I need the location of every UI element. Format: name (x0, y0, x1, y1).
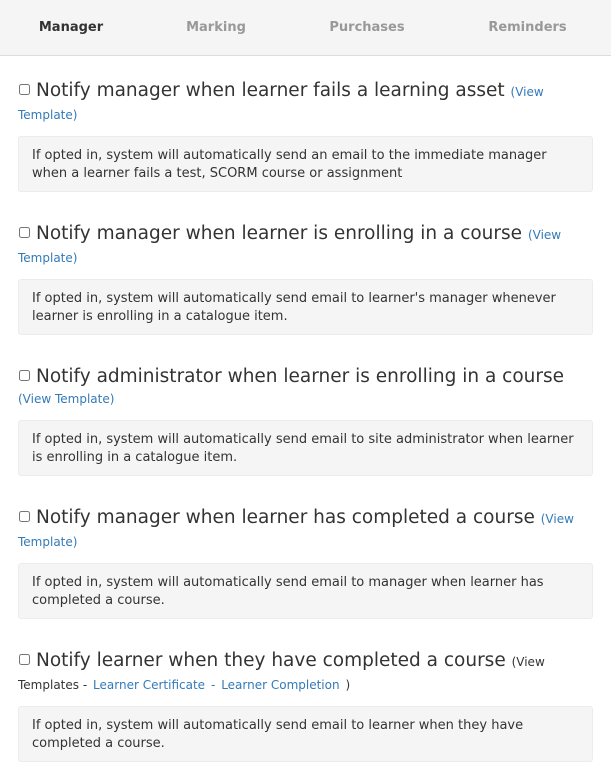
setting-header: Notify learner when they have completed … (18, 650, 593, 696)
templates-prefix: Templates - (18, 678, 88, 692)
setting-title: Notify manager when learner fails a lear… (36, 80, 505, 101)
notify-learner-completed-checkbox[interactable] (19, 654, 30, 665)
setting-header: Notify manager when learner fails a lear… (18, 80, 593, 126)
setting-admin-enrolling: Notify administrator when learner is enr… (18, 335, 593, 476)
setting-learner-completed: Notify learner when they have completed … (18, 619, 593, 762)
tab-reminders[interactable]: Reminders (444, 0, 611, 55)
setting-title: Notify administrator when learner is enr… (36, 366, 564, 387)
tab-bar: Manager Marking Purchases Reminders (0, 0, 611, 56)
setting-manager-completed: Notify manager when learner has complete… (18, 476, 593, 619)
tab-purchases[interactable]: Purchases (290, 0, 444, 55)
tab-marking[interactable]: Marking (142, 0, 290, 55)
setting-description: If opted in, system will automatically s… (18, 136, 593, 192)
notify-manager-completed-checkbox[interactable] (19, 511, 30, 522)
tab-manager[interactable]: Manager (0, 0, 142, 55)
notification-settings: Notify manager when learner fails a lear… (0, 56, 611, 762)
setting-description: If opted in, system will automatically s… (18, 563, 593, 619)
setting-description: If opted in, system will automatically s… (18, 706, 593, 762)
setting-title: Notify learner when they have completed … (36, 650, 506, 671)
templates-close: ) (345, 678, 351, 692)
setting-header: Notify manager when learner has complete… (18, 507, 593, 553)
setting-header: Notify administrator when learner is enr… (18, 366, 593, 410)
notify-manager-enrolling-checkbox[interactable] (19, 227, 30, 238)
learner-completion-link[interactable]: Learner Completion (221, 678, 339, 692)
learner-certificate-link[interactable]: Learner Certificate (93, 678, 205, 692)
notify-admin-enrolling-checkbox[interactable] (19, 370, 30, 381)
view-templates-label: (View (511, 655, 545, 669)
view-template-link[interactable]: (View Template) (18, 392, 114, 406)
setting-title: Notify manager when learner has complete… (36, 507, 535, 528)
setting-description: If opted in, system will automatically s… (18, 420, 593, 476)
notify-manager-fails-checkbox[interactable] (19, 84, 30, 95)
setting-title: Notify manager when learner is enrolling… (36, 223, 523, 244)
setting-description: If opted in, system will automatically s… (18, 279, 593, 335)
templates-separator: - (210, 678, 216, 692)
setting-manager-enrolling: Notify manager when learner is enrolling… (18, 192, 593, 335)
setting-header: Notify manager when learner is enrolling… (18, 223, 593, 269)
setting-manager-fails: Notify manager when learner fails a lear… (18, 56, 593, 192)
